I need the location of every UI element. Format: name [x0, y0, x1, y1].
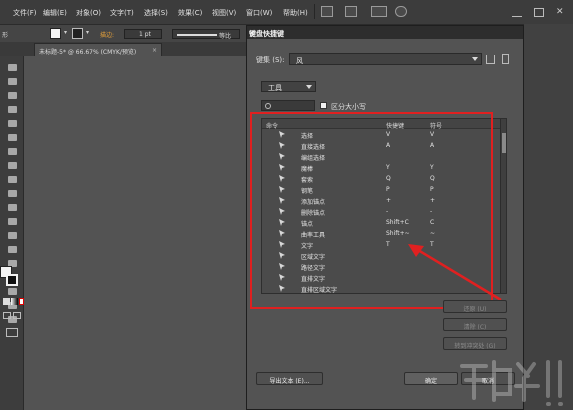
red-arrow-annotation	[408, 244, 502, 302]
menu-separator	[314, 4, 315, 19]
gradient-mode-icon[interactable]	[11, 298, 18, 305]
mesh-tool-icon[interactable]	[6, 244, 19, 255]
menu-bar: 文件(F) 编辑(E) 对象(O) 文字(T) 选择(S) 效果(C) 视图(V…	[0, 0, 573, 24]
stock-icon[interactable]	[345, 6, 357, 17]
curvature-tool-icon[interactable]	[6, 104, 19, 115]
pen-tool-icon[interactable]	[6, 90, 19, 101]
document-tab-title: 未标题-5* @ 66.67% (CMYK/预览)	[39, 49, 137, 56]
case-sensitive-label: 区分大小写	[331, 103, 366, 111]
width-tool-icon[interactable]	[6, 202, 19, 213]
fill-dropdown-icon[interactable]: ▾	[64, 29, 67, 36]
magic-wand-tool-icon[interactable]	[6, 76, 19, 87]
variable-width-profile[interactable]: 等比	[172, 29, 240, 40]
undo-button[interactable]: 还原 (U)	[443, 300, 507, 313]
draw-behind-icon[interactable]	[13, 312, 21, 319]
close-window-icon[interactable]: ✕	[556, 8, 566, 17]
bridge-icon[interactable]	[321, 6, 333, 17]
delete-keyset-icon[interactable]	[502, 54, 509, 64]
stroke-dropdown-icon[interactable]: ▾	[86, 29, 89, 36]
stroke-weight-label[interactable]: 描边:	[100, 30, 114, 39]
minimize-icon[interactable]	[512, 8, 522, 17]
category-value: 工具	[268, 84, 282, 92]
menu-effect[interactable]: 效果(C)	[178, 8, 202, 18]
document-tab-close-icon[interactable]: ×	[152, 47, 157, 54]
watermark-logo	[460, 360, 563, 406]
fill-swatch[interactable]	[50, 28, 61, 39]
category-dropdown[interactable]: 工具	[261, 81, 316, 92]
keyset-value: 风	[296, 57, 303, 65]
stroke-swatch[interactable]	[72, 28, 83, 39]
scrollbar-thumb[interactable]	[502, 133, 506, 153]
chevron-down-icon	[472, 57, 478, 61]
export-text-button[interactable]: 导出文本 (E)...	[256, 372, 323, 385]
column-graph-tool-icon[interactable]	[6, 286, 19, 297]
eraser-tool-icon[interactable]	[6, 160, 19, 171]
clear-button[interactable]: 清除 (C)	[443, 318, 507, 331]
save-keyset-icon[interactable]	[486, 55, 495, 64]
draw-mode-icon[interactable]	[3, 312, 11, 319]
pencil-tool-icon[interactable]	[6, 146, 19, 157]
search-input[interactable]	[261, 100, 315, 111]
case-sensitive-checkbox[interactable]	[320, 102, 327, 109]
document-tab[interactable]: 未标题-5* @ 66.67% (CMYK/预览) ×	[34, 43, 162, 56]
stroke-color-swatch[interactable]	[6, 274, 18, 286]
menu-view[interactable]: 视图(V)	[212, 8, 236, 18]
keyset-label: 键集 (S):	[256, 56, 285, 64]
window-controls: ✕	[512, 8, 573, 18]
shape-builder-tool-icon[interactable]	[6, 216, 19, 227]
ok-button[interactable]: 确定	[404, 372, 458, 385]
document-tab-bar: 未标题-5* @ 66.67% (CMYK/预览) ×	[0, 42, 246, 56]
menu-edit[interactable]: 编辑(E)	[43, 8, 67, 18]
none-mode-icon[interactable]	[19, 298, 24, 305]
chevron-down-icon	[306, 85, 312, 89]
dialog-title-bar: 键盘快捷键 ×	[247, 26, 523, 39]
search-icon	[265, 103, 271, 109]
stroke-weight-field[interactable]: 1 pt	[124, 29, 162, 39]
control-bar-label: 形	[2, 32, 9, 39]
goto-conflict-button[interactable]: 转到冲突处 (G)	[443, 337, 507, 350]
rotate-tool-icon[interactable]	[6, 174, 19, 185]
perspective-grid-tool-icon[interactable]	[6, 230, 19, 241]
screen-mode-icon[interactable]	[6, 328, 18, 337]
keyset-dropdown[interactable]: 风	[289, 53, 482, 65]
menu-select[interactable]: 选择(S)	[144, 8, 168, 18]
menu-help[interactable]: 帮助(H)	[283, 8, 308, 18]
maximize-icon[interactable]	[534, 8, 544, 17]
scale-tool-icon[interactable]	[6, 188, 19, 199]
gpu-performance-icon[interactable]	[395, 6, 407, 17]
arrange-documents-icon[interactable]	[371, 6, 387, 17]
tools-panel	[0, 56, 24, 410]
menu-window[interactable]: 窗口(W)	[246, 8, 272, 18]
selection-tool-icon[interactable]	[6, 62, 19, 73]
paintbrush-tool-icon[interactable]	[6, 132, 19, 143]
line-tool-icon[interactable]	[6, 118, 19, 129]
color-mode-icon[interactable]	[3, 298, 10, 305]
dialog-close-icon[interactable]: ×	[249, 29, 258, 38]
menu-object[interactable]: 对象(O)	[76, 8, 101, 18]
menu-type[interactable]: 文字(T)	[110, 8, 134, 18]
menu-file[interactable]: 文件(F)	[13, 8, 37, 18]
